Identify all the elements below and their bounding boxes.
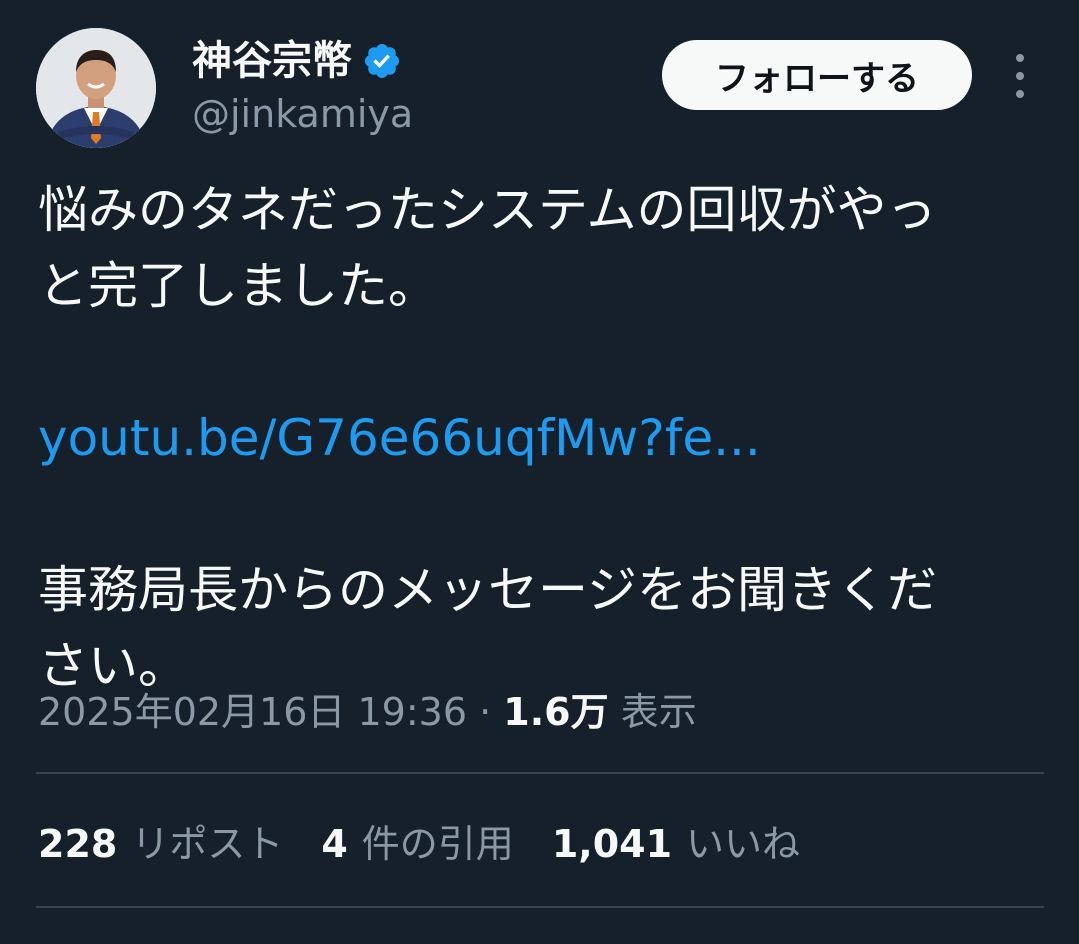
person-photo-avatar-icon: [36, 28, 156, 148]
avatar[interactable]: [36, 28, 156, 148]
verified-badge-icon: [362, 41, 402, 81]
views-count: 1.6万: [503, 690, 609, 734]
divider: [36, 906, 1044, 908]
divider: [36, 772, 1044, 774]
quote-stat[interactable]: 4 件の引用: [321, 814, 513, 874]
engagement-stats: 228 リポスト 4 件の引用 1,041 いいね: [38, 814, 800, 874]
follow-button[interactable]: フォローする: [662, 40, 972, 110]
more-dot: [1016, 90, 1024, 98]
more-dot: [1016, 72, 1024, 80]
more-vertical-icon[interactable]: [1006, 54, 1034, 98]
meta-separator: ·: [479, 690, 492, 734]
tweet-card: 神谷宗幣 @jinkamiya フォローする 悩みのタネだったシステムの回収がや…: [0, 0, 1079, 944]
like-stat[interactable]: 1,041 いいね: [552, 814, 800, 874]
youtube-link[interactable]: youtu.be/G76e66uqfMw?fe...: [38, 400, 1028, 476]
tweet-meta: 2025年02月16日 19:36 · 1.6万 表示: [38, 682, 697, 742]
author-handle[interactable]: @jinkamiya: [192, 88, 413, 140]
timestamp[interactable]: 2025年02月16日 19:36: [38, 690, 467, 734]
repost-count: 228: [38, 822, 118, 866]
author-name-row: 神谷宗幣: [192, 34, 402, 88]
quote-count: 4: [321, 822, 348, 866]
views-label: 表示: [620, 690, 697, 734]
tweet-body: 悩みのタネだったシステムの回収がやっ と完了しました。 youtu.be/G76…: [38, 172, 1028, 704]
quote-label: 件の引用: [361, 822, 514, 866]
author-display-name[interactable]: 神谷宗幣: [192, 34, 352, 88]
repost-label: リポスト: [131, 822, 284, 866]
more-dot: [1016, 54, 1024, 62]
tweet-text-line: 事務局長からのメッセージをお聞きくだ: [38, 561, 937, 619]
repost-stat[interactable]: 228 リポスト: [38, 814, 283, 874]
like-label: いいね: [686, 822, 801, 866]
tweet-text-line: 悩みのタネだったシステムの回収がやっ: [38, 181, 937, 239]
tweet-text-line: と完了しました。: [38, 257, 438, 315]
like-count: 1,041: [551, 822, 673, 866]
